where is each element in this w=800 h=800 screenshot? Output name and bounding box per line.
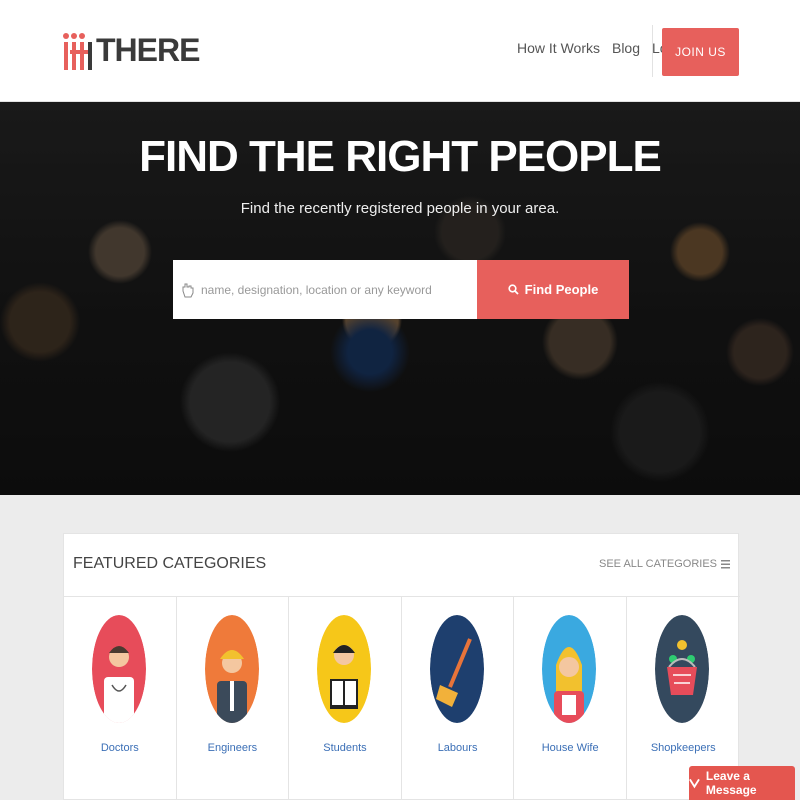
- hand-pointer-icon: [182, 283, 194, 297]
- join-us-button[interactable]: JOIN US: [662, 28, 739, 76]
- featured-categories-panel: FEATURED CATEGORIES SEE ALL CATEGORIES D…: [63, 533, 740, 800]
- message-icon: [689, 778, 700, 789]
- category-label[interactable]: Engineers: [177, 742, 289, 754]
- see-all-categories-link[interactable]: SEE ALL CATEGORIES: [599, 558, 730, 570]
- nav-divider: [652, 25, 653, 77]
- basket-icon: [654, 615, 709, 723]
- site-header: THERE How It Works Blog Login JOIN US: [0, 0, 800, 102]
- category-students[interactable]: Students: [289, 597, 402, 800]
- logo-people-icon: [63, 33, 92, 70]
- category-engineers[interactable]: Engineers: [177, 597, 290, 800]
- see-all-label: SEE ALL CATEGORIES: [599, 558, 717, 570]
- category-label[interactable]: House Wife: [514, 742, 626, 754]
- hero-banner: FIND THE RIGHT PEOPLE Find the recently …: [0, 102, 800, 495]
- search-input[interactable]: [201, 282, 471, 297]
- engineer-icon: [204, 615, 259, 723]
- student-icon: [317, 615, 372, 723]
- category-label[interactable]: Students: [289, 742, 401, 754]
- list-icon: [721, 559, 730, 568]
- featured-title: FEATURED CATEGORIES: [73, 555, 267, 572]
- housewife-icon: [542, 615, 597, 723]
- category-labours[interactable]: Labours: [402, 597, 515, 800]
- nav-how-it-works[interactable]: How It Works: [517, 40, 600, 56]
- category-doctors[interactable]: Doctors: [64, 597, 177, 800]
- category-label[interactable]: Shopkeepers: [627, 742, 740, 754]
- hero-subtitle: Find the recently registered people in y…: [240, 200, 560, 217]
- leave-message-button[interactable]: Leave a Message: [689, 766, 795, 800]
- featured-header: FEATURED CATEGORIES SEE ALL CATEGORIES: [64, 534, 740, 597]
- category-grid: Doctors Engineers Students Labours House…: [64, 597, 740, 800]
- logo-text: THERE: [96, 31, 200, 68]
- hero-title: FIND THE RIGHT PEOPLE: [139, 132, 662, 181]
- logo[interactable]: THERE: [62, 28, 200, 72]
- find-people-label: Find People: [524, 282, 599, 297]
- broom-icon: [429, 615, 484, 723]
- find-people-button[interactable]: Find People: [477, 260, 629, 319]
- search-icon: [508, 284, 519, 295]
- leave-message-label: Leave a Message: [705, 769, 757, 797]
- nav-blog[interactable]: Blog: [612, 40, 640, 56]
- category-label[interactable]: Doctors: [64, 742, 176, 754]
- main-nav: How It Works Blog Login: [517, 40, 686, 56]
- category-label[interactable]: Labours: [402, 742, 514, 754]
- doctor-icon: [92, 615, 146, 723]
- category-house-wife[interactable]: House Wife: [514, 597, 627, 800]
- search-box: [173, 260, 477, 319]
